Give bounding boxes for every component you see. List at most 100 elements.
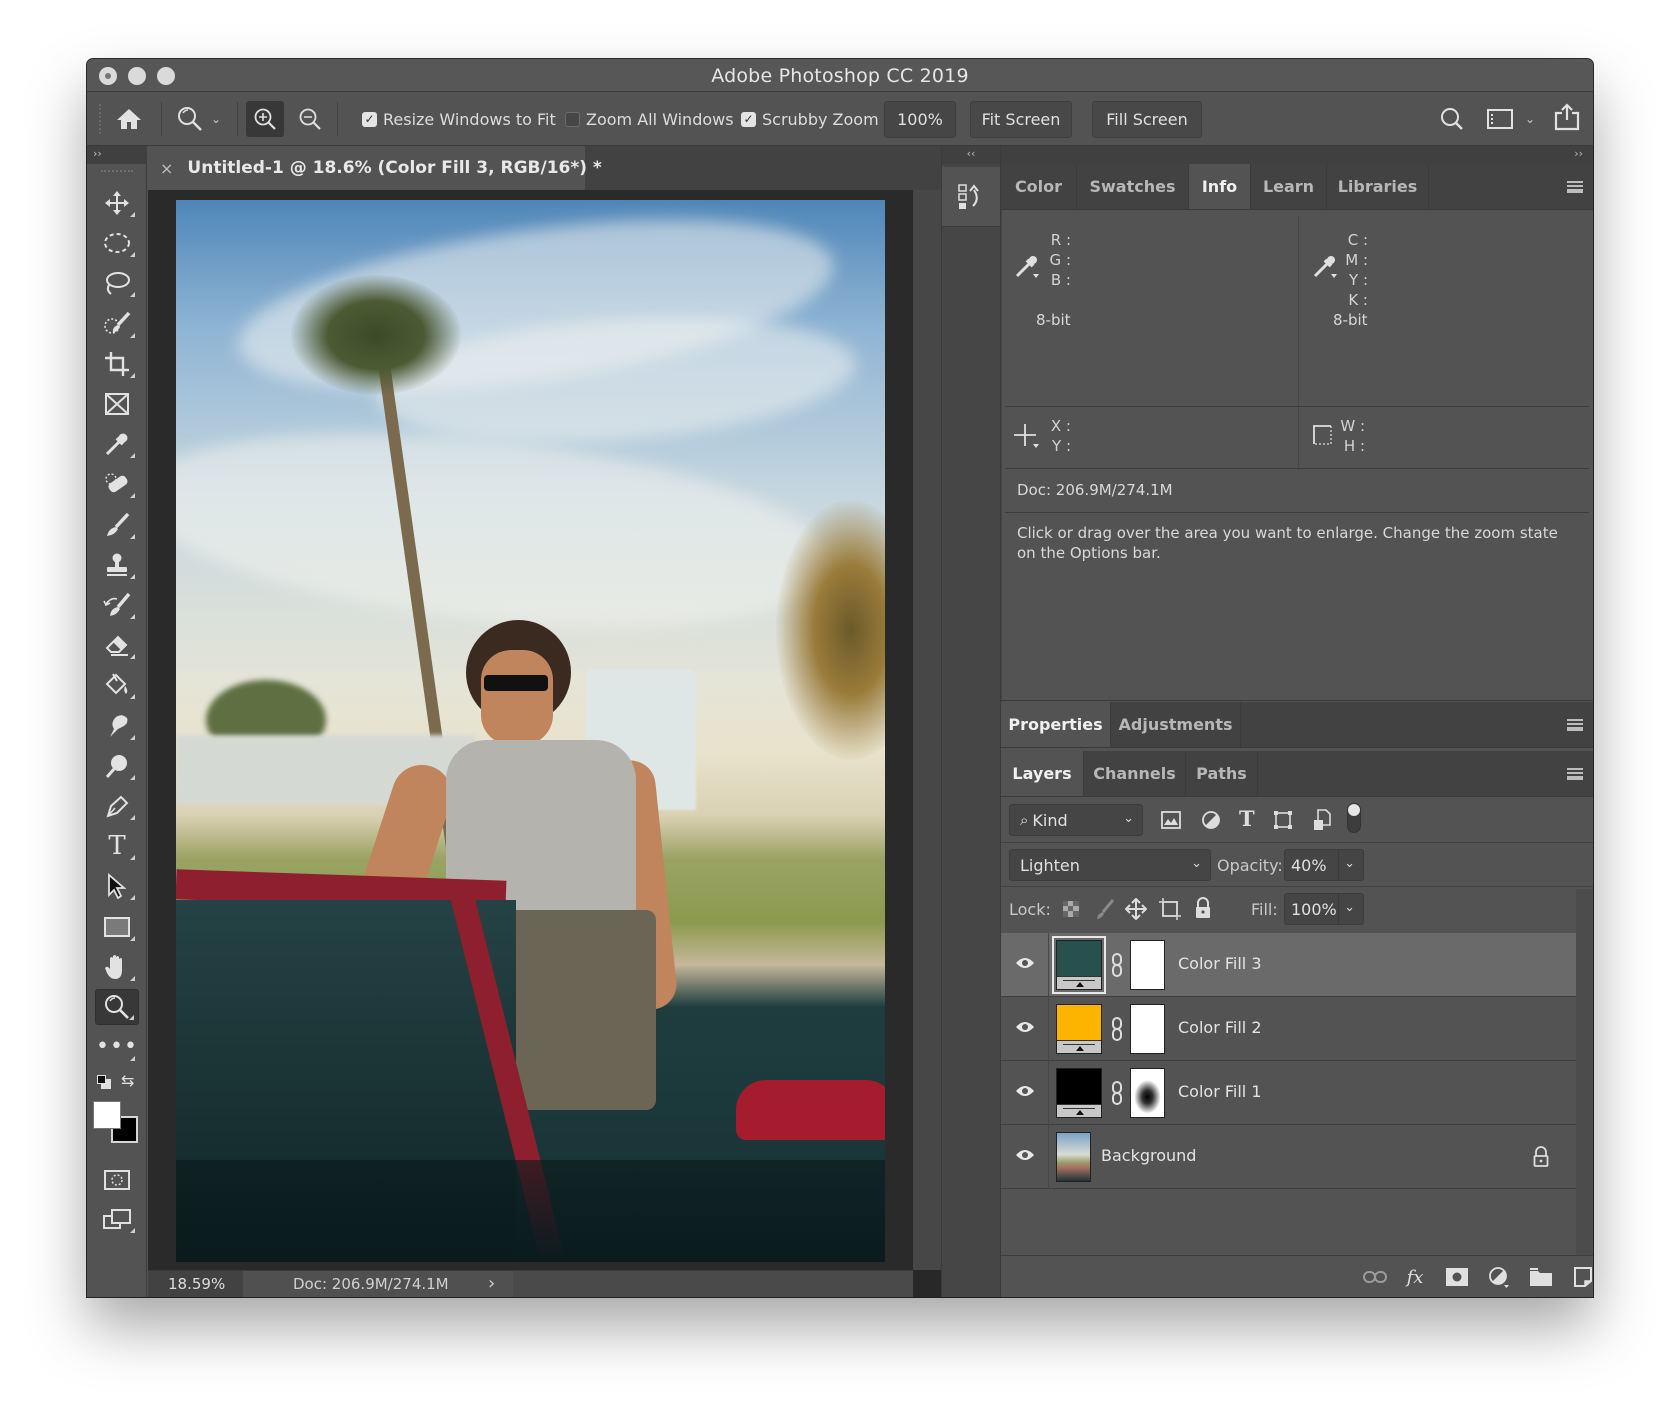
link-layers-button[interactable] [1363,1266,1387,1288]
link-icon[interactable] [1111,1017,1123,1041]
hand-tool[interactable] [95,949,139,985]
visibility-eye-icon[interactable] [1015,1019,1035,1035]
chevron-down-icon[interactable]: ⌄ [1344,900,1355,915]
document-photo[interactable] [176,200,885,1262]
clone-stamp-tool[interactable] [95,547,139,583]
smudge-tool[interactable] [95,708,139,744]
quick-selection-tool[interactable] [95,306,139,342]
adjustment-layer-button[interactable] [1487,1266,1511,1288]
fx-icon[interactable]: fx [1403,1266,1427,1288]
layer-mask-thumbnail[interactable] [1130,1004,1165,1054]
shape-filter-icon[interactable] [1273,810,1293,830]
tab-paths[interactable]: Paths [1186,751,1258,796]
zoom-out-button[interactable] [291,101,329,137]
tab-layers[interactable]: Layers [1001,751,1084,796]
new-layer-button[interactable] [1571,1266,1593,1288]
image-filter-icon[interactable] [1161,811,1181,829]
quick-mask-button[interactable] [95,1162,139,1198]
tab-color[interactable]: Color [1001,164,1077,209]
dodge-tool[interactable] [95,748,139,784]
canvas[interactable] [148,190,913,1270]
add-mask-button[interactable] [1445,1266,1469,1288]
scrubby-zoom-checkbox[interactable]: ✓ Scrubby Zoom [741,110,879,129]
layer-thumbnail[interactable] [1056,1004,1102,1054]
move-tool[interactable] [95,185,139,221]
document-tab[interactable]: × Untitled-1 @ 18.6% (Color Fill 3, RGB/… [148,146,602,190]
tab-adjustments[interactable]: Adjustments [1111,702,1241,747]
visibility-eye-icon[interactable] [1015,1083,1035,1099]
tool-preset-picker[interactable]: ⌄ [171,102,227,136]
new-group-button[interactable] [1529,1266,1553,1288]
chevron-down-icon[interactable]: ⌄ [1344,856,1355,871]
lock-position-icon[interactable] [1125,898,1147,920]
tab-channels[interactable]: Channels [1084,751,1186,796]
screen-mode-button[interactable] [95,1201,139,1237]
smart-object-filter-icon[interactable] [1313,809,1331,831]
default-colors-button[interactable] [97,1075,111,1089]
tab-libraries[interactable]: Libraries [1327,164,1429,209]
workspace-switcher[interactable]: ⌄ [1483,104,1539,134]
foreground-color-swatch[interactable] [93,1101,121,1129]
lock-all-icon[interactable] [1195,897,1211,919]
paint-bucket-tool[interactable] [95,667,139,703]
zoom-in-button[interactable] [246,101,284,137]
adjustment-filter-icon[interactable] [1201,810,1221,830]
expand-tools-button[interactable]: ›› [87,146,147,164]
layer-row-color-fill-1[interactable]: Color Fill 1 [1001,1061,1576,1125]
link-icon[interactable] [1111,1081,1123,1105]
layer-mask-thumbnail[interactable] [1130,1068,1165,1118]
info-rgb-bitdepth[interactable]: 8-bit [1036,310,1071,330]
elliptical-marquee-tool[interactable] [95,225,139,261]
expand-dock-button[interactable]: ›› [1001,146,1593,164]
layer-row-background[interactable]: Background [1001,1125,1576,1189]
resize-windows-checkbox[interactable]: ✓ Resize Windows to Fit [362,110,556,129]
spot-healing-tool[interactable] [95,466,139,502]
pen-tool[interactable] [95,788,139,824]
swap-colors-icon[interactable]: ⇆ [121,1071,134,1090]
lasso-tool[interactable] [95,265,139,301]
tab-properties[interactable]: Properties [1001,702,1111,747]
status-zoom-level[interactable]: 18.59% [148,1271,243,1297]
fill-field[interactable]: 100% ⌄ [1284,893,1364,925]
layer-row-color-fill-2[interactable]: Color Fill 2 [1001,997,1576,1061]
layers-panel-menu-icon[interactable] [1567,768,1583,780]
properties-panel-menu-icon[interactable] [1567,719,1583,731]
link-icon[interactable] [1111,953,1123,977]
close-document-icon[interactable]: × [160,159,173,178]
tools-grip[interactable] [101,170,133,174]
frame-tool[interactable] [95,386,139,422]
layers-scrollbar[interactable] [1576,889,1593,1255]
layer-filter-kind-dropdown[interactable]: ⌕ Kind ⌄ [1009,804,1143,836]
fill-screen-button[interactable]: Fill Screen [1092,101,1202,138]
fit-screen-button[interactable]: Fit Screen [970,101,1072,138]
zoom-tool[interactable] [95,989,139,1025]
eyedropper-tool[interactable] [95,426,139,462]
path-selection-tool[interactable] [95,868,139,904]
layer-thumbnail[interactable] [1052,936,1106,994]
lock-artboard-icon[interactable] [1159,898,1181,920]
info-panel-menu-icon[interactable] [1567,181,1583,193]
rectangle-tool[interactable] [95,909,139,945]
zoom-all-windows-checkbox[interactable]: Zoom All Windows [565,110,734,129]
type-tool[interactable]: T [95,828,139,864]
lock-image-pixels-icon[interactable] [1095,898,1115,920]
layer-mask-thumbnail[interactable] [1130,940,1165,990]
layer-name[interactable]: Color Fill 1 [1178,1082,1262,1101]
visibility-eye-icon[interactable] [1015,955,1035,971]
history-panel-button[interactable] [942,167,1000,227]
info-cmyk-bitdepth[interactable]: 8-bit [1333,310,1368,330]
crop-tool[interactable] [95,346,139,382]
opacity-field[interactable]: 40% ⌄ [1284,849,1364,881]
collapse-dock-button[interactable]: ‹‹ [942,146,1000,164]
tab-info[interactable]: Info [1189,164,1251,209]
lock-transparent-pixels-icon[interactable] [1063,901,1079,917]
visibility-eye-icon[interactable] [1015,1147,1035,1163]
edit-toolbar[interactable]: ••• [95,1029,139,1065]
options-bar-grip[interactable] [99,104,103,134]
layer-thumbnail[interactable] [1056,1132,1091,1182]
layer-name[interactable]: Background [1101,1146,1196,1165]
layer-name[interactable]: Color Fill 3 [1178,954,1262,973]
eraser-tool[interactable] [95,627,139,663]
tab-swatches[interactable]: Swatches [1077,164,1189,209]
layer-row-color-fill-3[interactable]: Color Fill 3 [1001,933,1576,997]
